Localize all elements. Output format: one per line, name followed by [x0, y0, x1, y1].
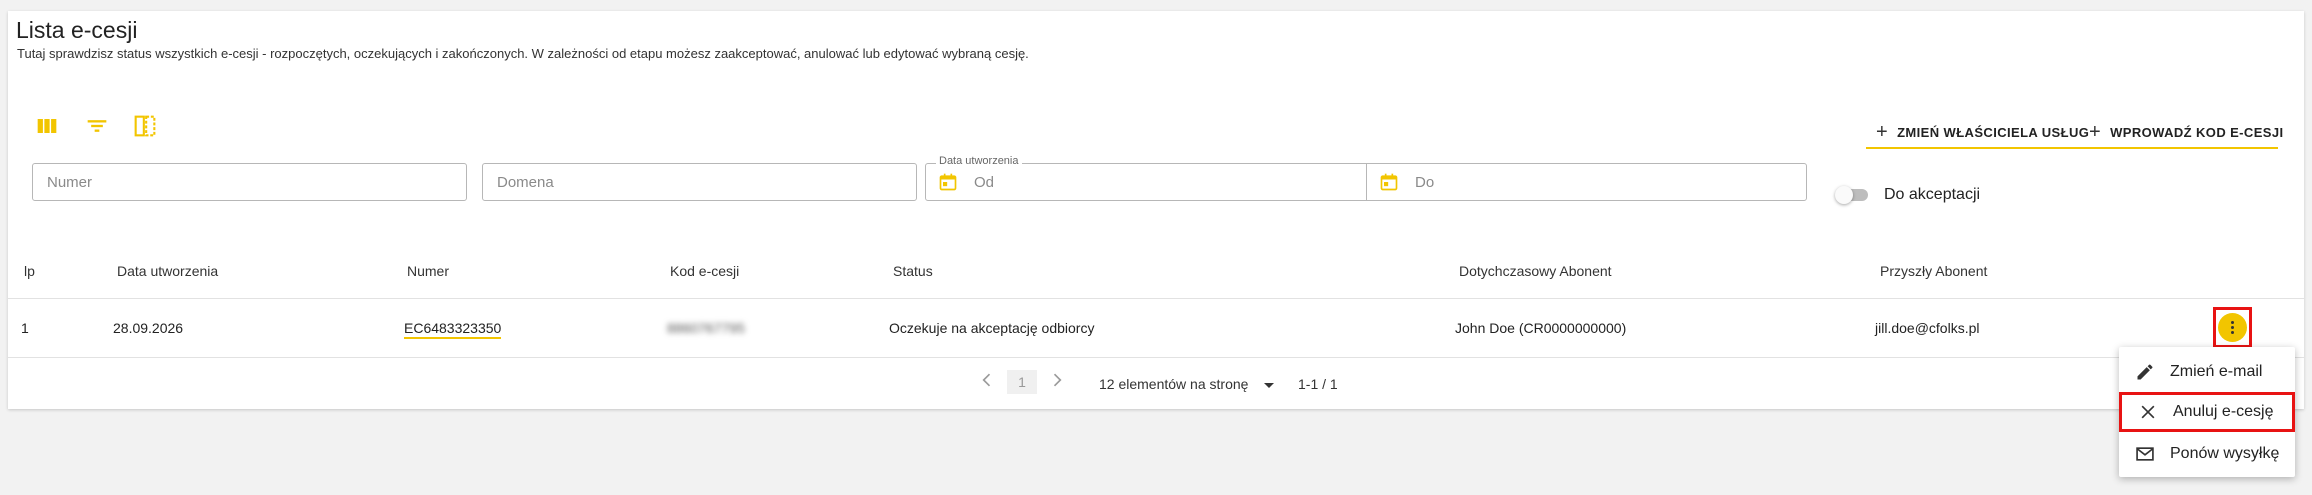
- columns-icon[interactable]: [33, 112, 61, 140]
- date-from-input[interactable]: [972, 172, 1276, 192]
- row-number-link[interactable]: EC6483323350: [404, 320, 502, 339]
- date-range-filter: Data utworzenia: [925, 155, 1807, 201]
- date-from-field[interactable]: [938, 164, 1276, 200]
- row-actions-menu: Zmień e-mail Anuluj e-cesję Ponów wysyłk…: [2119, 347, 2295, 477]
- more-vertical-icon[interactable]: [2218, 313, 2247, 342]
- toggle-knob: [1835, 186, 1853, 204]
- domain-input[interactable]: [483, 164, 916, 200]
- pencil-icon: [2137, 364, 2153, 380]
- page-number[interactable]: 1: [1007, 370, 1037, 394]
- mail-icon: [2136, 447, 2154, 461]
- close-icon: [2141, 405, 2155, 419]
- chevron-right-icon[interactable]: [1047, 370, 1067, 390]
- column-header-date[interactable]: Data utworzenia: [117, 263, 218, 279]
- change-owner-label: ZMIEŃ WŁAŚCICIELA USŁUG: [1897, 124, 2090, 140]
- column-header-number[interactable]: Numer: [407, 263, 449, 279]
- date-to-input[interactable]: [1413, 172, 1717, 192]
- date-divider: [1366, 164, 1367, 200]
- column-header-current-subscriber[interactable]: Dotychczasowy Abonent: [1459, 263, 1612, 279]
- per-page-label: 12 elementów na stronę: [1099, 376, 1249, 392]
- row-actions-button[interactable]: [2213, 307, 2252, 348]
- ecession-list-card: [8, 11, 2304, 409]
- plus-icon: +: [2089, 120, 2102, 143]
- per-page-select[interactable]: 12 elementów na stronę: [1099, 376, 1275, 392]
- row-date: 28.09.2026: [113, 320, 184, 336]
- to-accept-toggle[interactable]: [1835, 186, 1868, 204]
- row-divider: [8, 357, 2304, 358]
- date-to-field[interactable]: [1379, 164, 1717, 200]
- column-header-code[interactable]: Kod e-cesji: [670, 263, 739, 279]
- menu-item-resend[interactable]: Ponów wysyłkę: [2119, 434, 2295, 474]
- row-lp: 1: [21, 320, 29, 336]
- plus-icon: +: [1876, 120, 1889, 143]
- action-underline: [1866, 147, 2278, 149]
- page-range: 1-1 / 1: [1298, 376, 1338, 392]
- row-status: Oczekuje na akceptację odbiorcy: [889, 320, 1095, 336]
- page-subtitle: Tutaj sprawdzisz status wszystkich e-ces…: [17, 46, 1029, 61]
- change-owner-button[interactable]: + ZMIEŃ WŁAŚCICIELA USŁUG: [1876, 116, 2089, 148]
- row-code: 8860767795: [667, 320, 745, 336]
- row-future-subscriber: jill.doe@cfolks.pl: [1875, 320, 1980, 336]
- calendar-icon[interactable]: [1379, 172, 1399, 192]
- number-filter[interactable]: [32, 163, 467, 201]
- menu-item-cancel-ecession[interactable]: Anuluj e-cesję: [2119, 392, 2295, 432]
- header-divider: [8, 298, 2304, 299]
- calendar-icon[interactable]: [938, 172, 958, 192]
- domain-filter[interactable]: [482, 163, 917, 201]
- to-accept-label: Do akceptacji: [1884, 186, 1981, 203]
- column-header-future-subscriber[interactable]: Przyszły Abonent: [1880, 263, 1987, 279]
- menu-item-change-email[interactable]: Zmień e-mail: [2119, 352, 2295, 392]
- column-header-status[interactable]: Status: [893, 263, 933, 279]
- row-current-subscriber: John Doe (CR0000000000): [1455, 320, 1627, 336]
- number-input[interactable]: [33, 164, 466, 200]
- caret-down-icon: [1264, 382, 1275, 388]
- filter-icon[interactable]: [83, 112, 111, 140]
- column-header-lp[interactable]: lp: [24, 263, 35, 279]
- chevron-left-icon[interactable]: [977, 370, 997, 390]
- density-icon[interactable]: [131, 112, 159, 140]
- page-title: Lista e-cesji: [16, 17, 138, 43]
- enter-code-label: WPROWADŹ KOD E-CESJI: [2110, 124, 2284, 140]
- enter-code-button[interactable]: + WPROWADŹ KOD E-CESJI: [2089, 116, 2284, 148]
